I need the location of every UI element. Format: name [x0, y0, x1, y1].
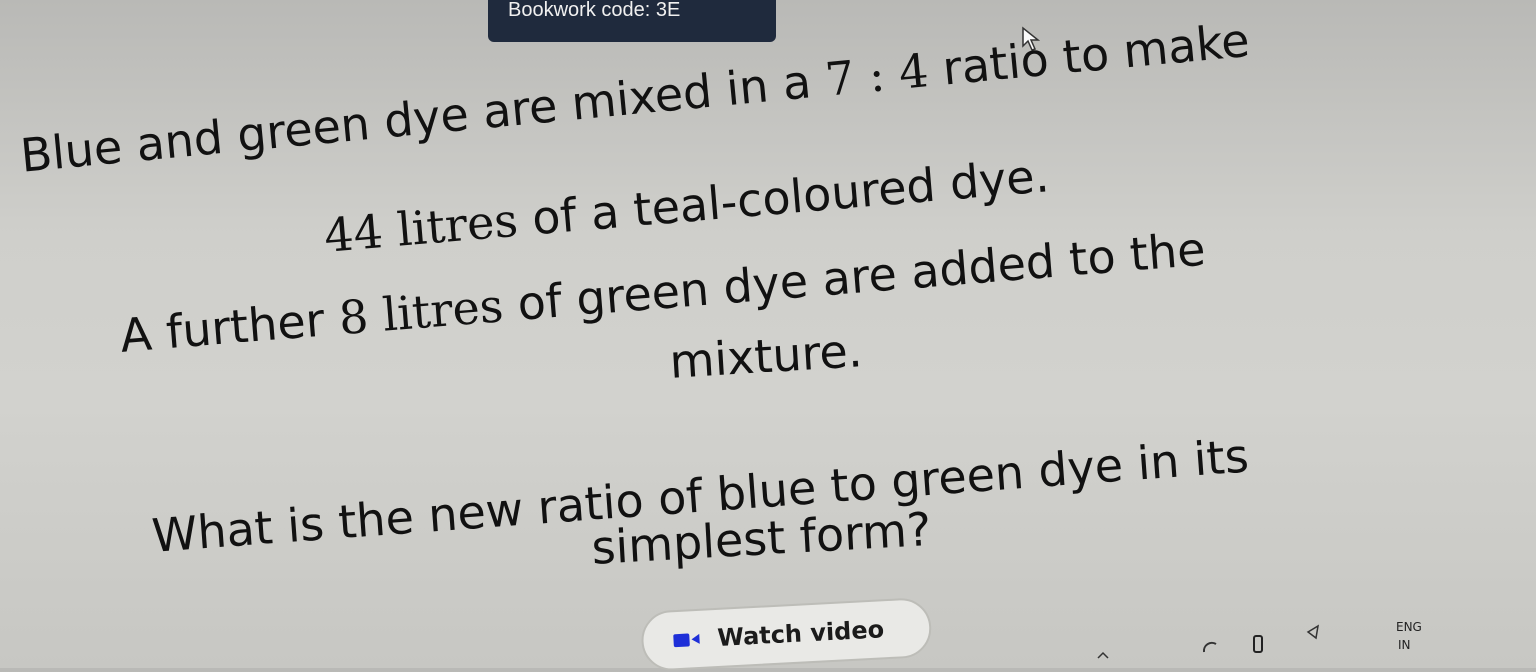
- chevron-up-icon[interactable]: [1096, 650, 1110, 660]
- language-indicator[interactable]: ENG: [1396, 620, 1422, 634]
- wifi-icon[interactable]: [1201, 638, 1219, 656]
- question-line-3: A further 8 litres of green dye are adde…: [118, 221, 1207, 364]
- volume-icon[interactable]: [1306, 624, 1322, 640]
- ratio-value: 7 : 4: [822, 43, 931, 107]
- bookwork-code-tab: Bookwork code: 3E: [488, 0, 776, 42]
- battery-icon[interactable]: [1252, 634, 1264, 654]
- system-taskbar: ENG IN: [996, 598, 1536, 668]
- volume-value: 8 litres: [336, 278, 506, 346]
- question-text: of a teal-coloured dye.: [515, 148, 1052, 247]
- language-region[interactable]: IN: [1398, 638, 1411, 652]
- bookwork-code-label: Bookwork code: 3E: [508, 0, 681, 21]
- watch-video-button[interactable]: Watch video: [640, 596, 933, 672]
- question-text: ratio to make: [925, 12, 1252, 97]
- question-line-4: mixture.: [668, 322, 864, 390]
- video-icon: [673, 633, 700, 648]
- volume-value: 44 litres: [322, 192, 520, 263]
- question-text: Blue and green dye are mixed in a: [18, 52, 828, 183]
- question-text: A further: [118, 291, 342, 363]
- question-text: mixture.: [668, 323, 864, 389]
- watch-video-label: Watch video: [716, 615, 885, 652]
